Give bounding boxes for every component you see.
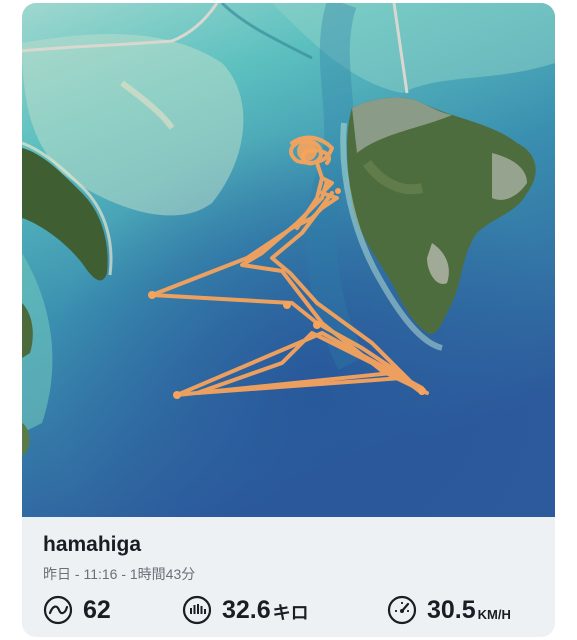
activity-summary: hamahiga 昨日 - 11:16 - 1時間43分 62 32.6 キロ … — [22, 517, 555, 637]
wave-lap-icon — [43, 595, 73, 625]
activity-subtitle: 昨日 - 11:16 - 1時間43分 — [43, 566, 196, 582]
activity-card[interactable]: hamahiga 昨日 - 11:16 - 1時間43分 62 32.6 キロ … — [22, 3, 555, 637]
distance-stat: 32.6 キロ — [182, 593, 309, 627]
map-image — [22, 3, 555, 517]
speedometer-icon — [387, 595, 417, 625]
speed-bars-icon — [182, 595, 212, 625]
satellite-map[interactable] — [22, 3, 555, 517]
speed-stat: 30.5 KM/H — [387, 593, 511, 627]
laps-value: 62 — [83, 595, 111, 624]
speed-unit: KM/H — [477, 606, 511, 622]
distance-unit: キロ — [272, 603, 309, 623]
distance-value: 32.6 — [222, 595, 271, 624]
activity-title[interactable]: hamahiga — [43, 533, 141, 557]
laps-stat: 62 — [43, 593, 111, 627]
speed-value: 30.5 — [427, 595, 476, 624]
